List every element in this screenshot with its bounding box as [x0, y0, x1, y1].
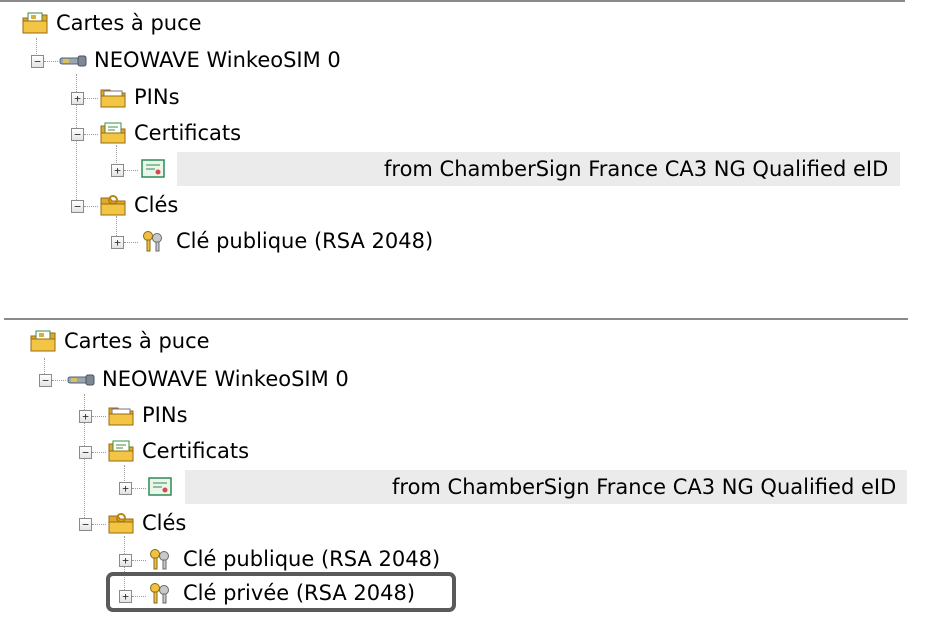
- tree-node-public-key[interactable]: Clé publique (RSA 2048): [147, 542, 440, 576]
- root-label: Cartes à puce: [56, 11, 202, 35]
- tree-node-certificats[interactable]: Certificats: [100, 116, 241, 150]
- folder-icon: [108, 407, 134, 426]
- tree-line: [124, 170, 138, 171]
- tree-line: [44, 61, 58, 62]
- collapse-toggle[interactable]: −: [79, 518, 92, 531]
- tree-line: [84, 98, 98, 99]
- tree-node-device[interactable]: NEOWAVE WinkeoSIM 0: [66, 362, 349, 396]
- collapse-toggle[interactable]: −: [71, 200, 84, 213]
- keys-icon: [150, 583, 169, 604]
- tree-node-certificats[interactable]: Certificats: [108, 434, 249, 468]
- public-key-label: Clé publique (RSA 2048): [176, 229, 434, 253]
- tree-line: [124, 242, 138, 243]
- certificate-folder-icon: [108, 440, 134, 462]
- tree-line: [52, 380, 66, 381]
- tree-node-pins[interactable]: PINs: [100, 80, 180, 114]
- expand-toggle[interactable]: +: [111, 164, 124, 177]
- tree-node-cles[interactable]: Clés: [108, 506, 186, 540]
- smart-card-folder-icon: [22, 12, 48, 34]
- tree-node-root[interactable]: Cartes à puce: [22, 6, 202, 40]
- tree-node-root[interactable]: Cartes à puce: [30, 324, 210, 358]
- cles-label: Clés: [134, 193, 179, 217]
- expand-toggle[interactable]: +: [79, 410, 92, 423]
- expand-toggle[interactable]: +: [119, 590, 132, 603]
- expand-toggle[interactable]: +: [111, 236, 124, 249]
- collapse-toggle[interactable]: −: [31, 55, 44, 68]
- keys-icon: [150, 549, 169, 570]
- smart-card-reader-icon: [67, 374, 95, 386]
- tree-node-cles[interactable]: Clés: [100, 188, 178, 222]
- key-folder-icon: [100, 195, 126, 216]
- keys-icon: [143, 231, 162, 252]
- expand-toggle[interactable]: +: [119, 554, 132, 567]
- device-label: NEOWAVE WinkeoSIM 0: [94, 48, 341, 72]
- tree-line: [132, 560, 146, 561]
- certificate-item-label[interactable]: from ChamberSign France CA3 NG Qualified…: [384, 152, 888, 186]
- smart-card-tree-after: Cartes à puce − NEOWAVE WinkeoSIM 0 + PI…: [0, 318, 928, 618]
- collapse-toggle[interactable]: −: [71, 128, 84, 141]
- collapse-toggle[interactable]: −: [79, 446, 92, 459]
- tree-line: [92, 524, 106, 525]
- tree-line: [92, 452, 106, 453]
- tree-node-private-key[interactable]: Clé privée (RSA 2048): [147, 576, 415, 610]
- smart-card-tree-before: Cartes à puce − NEOWAVE WinkeoSIM 0 + PI…: [0, 0, 928, 300]
- certificats-label: Certificats: [142, 439, 250, 463]
- expand-toggle[interactable]: +: [71, 92, 84, 105]
- tree-line: [132, 488, 146, 489]
- key-folder-icon: [108, 513, 134, 534]
- tree-node-pins[interactable]: PINs: [108, 398, 188, 432]
- root-label: Cartes à puce: [64, 329, 210, 353]
- tree-line: [84, 134, 98, 135]
- divider-line: [0, 0, 905, 2]
- tree-line: [92, 416, 106, 417]
- private-key-label: Clé privée (RSA 2048): [183, 581, 416, 605]
- tree-node-device[interactable]: NEOWAVE WinkeoSIM 0: [58, 43, 341, 77]
- tree-line: [132, 596, 146, 597]
- pins-label: PINs: [134, 85, 180, 109]
- divider-line: [4, 318, 908, 320]
- certificate-icon: [141, 159, 165, 178]
- certificats-label: Certificats: [134, 121, 242, 145]
- tree-node-public-key[interactable]: Clé publique (RSA 2048): [140, 224, 433, 258]
- tree-line: [84, 206, 98, 207]
- device-label: NEOWAVE WinkeoSIM 0: [102, 367, 349, 391]
- folder-icon: [100, 89, 126, 108]
- smart-card-reader-icon: [59, 55, 87, 67]
- cles-label: Clés: [142, 511, 187, 535]
- pins-label: PINs: [142, 403, 188, 427]
- collapse-toggle[interactable]: −: [39, 374, 52, 387]
- certificate-folder-icon: [100, 122, 126, 144]
- public-key-label: Clé publique (RSA 2048): [183, 547, 441, 571]
- smart-card-folder-icon: [30, 330, 56, 352]
- expand-toggle[interactable]: +: [119, 482, 132, 495]
- certificate-item-label[interactable]: from ChamberSign France CA3 NG Qualified…: [392, 470, 896, 504]
- certificate-icon: [148, 477, 172, 496]
